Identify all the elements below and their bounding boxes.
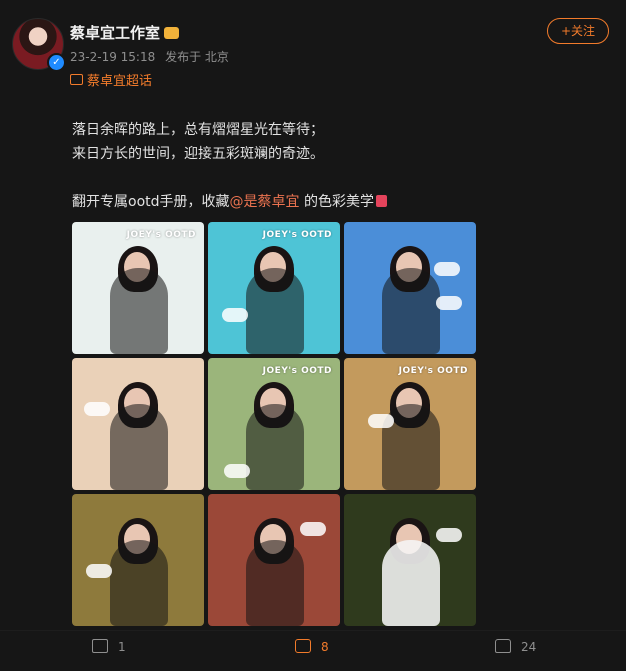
shoe-icon — [434, 262, 460, 276]
comment-button[interactable]: 8 — [295, 637, 329, 657]
bag-icon — [84, 402, 110, 416]
bookmark-emoji-icon — [375, 195, 387, 207]
post-line-1: 落日余晖的路上，总有熠熠星光在等待； — [72, 122, 324, 138]
footer-divider — [0, 630, 626, 631]
shoe-icon — [224, 464, 250, 478]
post-line-2: 来日方长的世间，迎接五彩斑斓的奇迹。 — [72, 146, 324, 162]
gallery-image-5[interactable]: JOEY's OOTD — [208, 358, 340, 490]
bag-icon — [222, 308, 248, 322]
like-count: 24 — [521, 640, 537, 654]
outfit-shape — [110, 540, 168, 626]
shoe-icon — [86, 564, 112, 578]
comment-count: 8 — [321, 640, 329, 654]
shoe-icon — [300, 522, 326, 536]
outfit-shape — [382, 540, 440, 626]
ootd-label: JOEY's OOTD — [262, 230, 332, 240]
outfit-shape — [382, 268, 440, 354]
gallery-image-1[interactable]: JOEY's OOTD — [72, 222, 204, 354]
diamond-icon — [70, 74, 83, 85]
share-icon — [92, 639, 108, 653]
thumb-up-icon — [495, 639, 511, 653]
follow-button[interactable]: +关注 — [547, 18, 609, 44]
author-name-text[interactable]: 蔡卓宜工作室 — [70, 24, 160, 42]
post-text: 落日余晖的路上，总有熠熠星光在等待； 来日方长的世间，迎接五彩斑斓的奇迹。 翻开… — [72, 118, 602, 214]
supertopic-text[interactable]: 蔡卓宜超话 — [87, 74, 152, 89]
outfit-shape — [110, 268, 168, 354]
crown-icon — [164, 27, 180, 39]
share-button[interactable]: 1 — [92, 637, 126, 657]
gallery-image-3[interactable] — [344, 222, 476, 354]
like-button[interactable]: 24 — [495, 637, 536, 657]
post-line-3-prefix: 翻开专属ootd手册，收藏 — [72, 194, 230, 210]
gallery-image-8[interactable] — [208, 494, 340, 626]
post-line-3-suffix: 的色彩美学 — [299, 194, 374, 210]
weibo-post-card: ✓ 蔡卓宜工作室 23-2-19 15:18 发布于 北京 +关注 蔡卓宜超话 … — [0, 0, 626, 671]
outfit-shape — [246, 404, 304, 490]
gallery-image-2[interactable]: JOEY's OOTD — [208, 222, 340, 354]
gallery-image-6[interactable]: JOEY's OOTD — [344, 358, 476, 490]
post-location: 发布于 北京 — [165, 50, 229, 64]
ootd-label: JOEY's OOTD — [262, 366, 332, 376]
mention-link[interactable]: @是蔡卓宜 — [230, 194, 300, 210]
outfit-shape — [246, 268, 304, 354]
outfit-shape — [246, 540, 304, 626]
outfit-shape — [110, 404, 168, 490]
ootd-label: JOEY's OOTD — [398, 366, 468, 376]
ootd-label: JOEY's OOTD — [126, 230, 196, 240]
gallery-image-4[interactable] — [72, 358, 204, 490]
gallery-image-9[interactable] — [344, 494, 476, 626]
supertopic-link[interactable]: 蔡卓宜超话 — [70, 70, 152, 89]
post-time[interactable]: 23-2-19 15:18 — [70, 50, 155, 64]
comment-icon — [295, 639, 311, 653]
post-meta: 23-2-19 15:18 发布于 北京 — [70, 48, 235, 65]
author-name[interactable]: 蔡卓宜工作室 — [70, 22, 180, 43]
bag-icon — [368, 414, 394, 428]
image-gallery: JOEY's OOTD JOEY's OOTD JOEY's OOTD JOEY… — [72, 222, 476, 626]
gallery-image-7[interactable] — [72, 494, 204, 626]
verified-badge-icon: ✓ — [47, 53, 66, 72]
share-count: 1 — [118, 640, 126, 654]
post-line-3: 翻开专属ootd手册，收藏@是蔡卓宜 的色彩美学 — [72, 190, 602, 214]
post-text-gap — [72, 166, 602, 190]
bag-icon — [436, 528, 462, 542]
bag-icon — [436, 296, 462, 310]
